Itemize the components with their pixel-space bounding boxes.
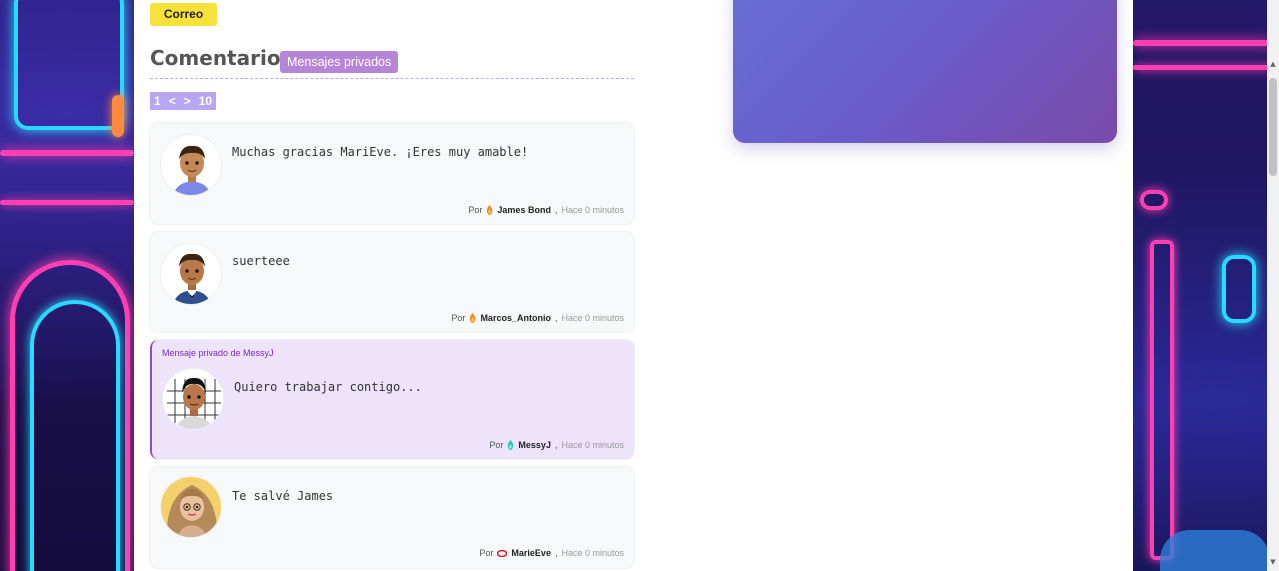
neon-stripe bbox=[1133, 40, 1273, 46]
main-content: Correo Comentarios Mensajes privados 1 <… bbox=[134, 0, 1133, 571]
flame-icon bbox=[470, 313, 476, 323]
pagination: 1 < > 10 bbox=[150, 92, 217, 110]
avatar-image bbox=[163, 369, 223, 429]
neon-shape bbox=[14, 0, 124, 130]
correo-button[interactable]: Correo bbox=[150, 3, 217, 26]
comment-time: Hace 0 minutos bbox=[561, 205, 624, 215]
comment-text: suerteee bbox=[232, 254, 290, 268]
flame-icon bbox=[508, 440, 514, 450]
pager-next[interactable]: > bbox=[180, 92, 195, 110]
neon-stripe bbox=[0, 150, 134, 156]
by-label: Por bbox=[451, 313, 466, 323]
comment-text: Quiero trabajar contigo... bbox=[234, 380, 422, 394]
neon-stripe bbox=[0, 200, 134, 205]
neon-shape bbox=[1222, 255, 1256, 323]
comment-time: Hace 0 minutos bbox=[561, 440, 624, 450]
scrollbar-thumb[interactable] bbox=[1269, 78, 1277, 176]
comment-author-link[interactable]: Marcos_Antonio bbox=[480, 313, 551, 323]
neon-shape bbox=[1140, 190, 1168, 210]
comment-meta: Por James Bond , Hace 0 minutos bbox=[468, 205, 624, 215]
avatar-image bbox=[161, 244, 221, 304]
neon-frame bbox=[1150, 240, 1174, 560]
separator: , bbox=[554, 205, 558, 215]
neon-light bbox=[112, 95, 124, 137]
comment-item: Te salvé James Por MarieEve , Hace 0 min… bbox=[150, 467, 634, 568]
comment-author-link[interactable]: MarieEve bbox=[511, 548, 551, 558]
separator: , bbox=[554, 440, 558, 450]
avatar[interactable] bbox=[160, 243, 222, 305]
by-label: Por bbox=[479, 548, 494, 558]
comment-author-link[interactable]: James Bond bbox=[497, 205, 551, 215]
comments-header: Comentarios Mensajes privados bbox=[150, 46, 634, 79]
neon-arch bbox=[30, 300, 120, 571]
scroll-down-icon[interactable]: ▼ bbox=[1269, 558, 1277, 566]
private-message-label: Mensaje privado de MessyJ bbox=[162, 348, 274, 358]
comment-meta: Por Marcos_Antonio , Hace 0 minutos bbox=[451, 313, 624, 323]
comment-meta: Por MarieEve , Hace 0 minutos bbox=[479, 548, 624, 558]
pager-last[interactable]: 10 bbox=[195, 92, 216, 110]
comment-text: Muchas gracias MariEve. ¡Eres muy amable… bbox=[232, 145, 529, 159]
comment-time: Hace 0 minutos bbox=[561, 548, 624, 558]
comment-text: Te salvé James bbox=[232, 489, 334, 503]
pager-first[interactable]: 1 bbox=[150, 92, 165, 110]
avatar[interactable] bbox=[160, 134, 222, 196]
comment-author-link[interactable]: MessyJ bbox=[518, 440, 551, 450]
by-label: Por bbox=[468, 205, 483, 215]
avatar[interactable] bbox=[160, 476, 222, 538]
pager-prev[interactable]: < bbox=[165, 92, 180, 110]
avatar-image bbox=[161, 135, 221, 195]
private-comment-item: Mensaje privado de MessyJ Quiero trabaja… bbox=[150, 340, 634, 459]
avatar-image bbox=[161, 477, 221, 537]
lips-icon bbox=[497, 549, 508, 557]
avatar[interactable] bbox=[162, 368, 224, 430]
separator: , bbox=[554, 313, 558, 323]
by-label: Por bbox=[489, 440, 504, 450]
promo-card bbox=[733, 0, 1117, 143]
comment-meta: Por MessyJ , Hace 0 minutos bbox=[489, 440, 624, 450]
comments-title: Comentarios bbox=[150, 46, 293, 70]
comment-item: Muchas gracias MariEve. ¡Eres muy amable… bbox=[150, 123, 634, 224]
comment-time: Hace 0 minutos bbox=[561, 313, 624, 323]
neon-couch bbox=[1160, 530, 1270, 571]
flame-icon bbox=[487, 205, 493, 215]
neon-stripe bbox=[1133, 65, 1273, 70]
scroll-up-icon[interactable]: ▲ bbox=[1269, 60, 1277, 68]
separator: , bbox=[554, 548, 558, 558]
comment-item: suerteee Por Marcos_Antonio , Hace 0 min… bbox=[150, 232, 634, 332]
private-messages-button[interactable]: Mensajes privados bbox=[280, 51, 399, 73]
